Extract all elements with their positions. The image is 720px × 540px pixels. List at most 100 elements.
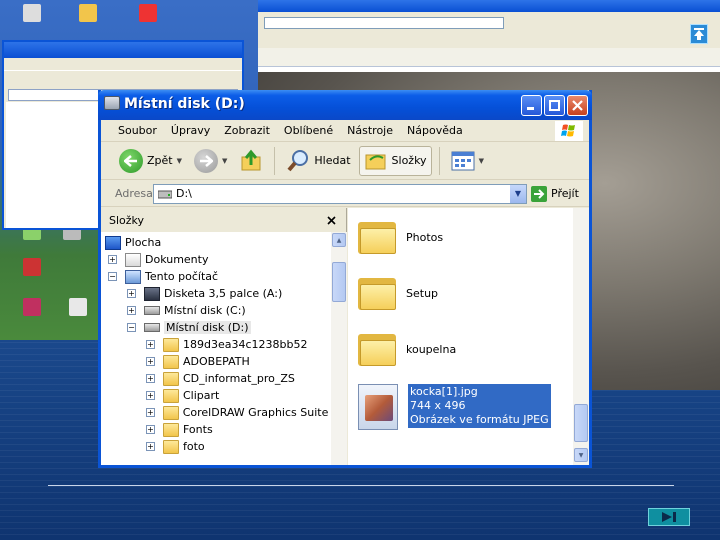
minimize-button[interactable] — [521, 95, 542, 116]
forward-button[interactable]: ▼ — [190, 146, 231, 176]
tree-item-disk-c[interactable]: + Místní disk (C:) — [105, 302, 331, 319]
file-item-folder[interactable]: Setup — [358, 276, 438, 310]
expand-icon[interactable]: + — [127, 306, 136, 315]
file-item-selected-image[interactable]: kocka[1].jpg 744 x 496 Obrázek ve formát… — [358, 384, 551, 430]
scrollbar-thumb[interactable] — [332, 262, 346, 302]
tree-item-label: Místní disk (D:) — [164, 321, 251, 334]
ie-favorites-bar — [258, 48, 720, 66]
back-button[interactable]: Zpět ▼ — [115, 146, 186, 176]
folder-icon — [163, 388, 179, 403]
collapse-icon[interactable]: − — [127, 323, 136, 332]
expand-icon[interactable]: + — [146, 357, 155, 366]
dropdown-arrow-icon[interactable]: ▼ — [222, 157, 227, 165]
background-window-tree — [6, 102, 104, 228]
desktop-shortcut-icon — [4, 258, 60, 278]
computer-icon — [125, 269, 141, 284]
tree-item-label: Clipart — [183, 389, 220, 402]
next-slide-button[interactable] — [648, 508, 690, 526]
desktop-icon — [105, 235, 121, 250]
address-input[interactable]: D:\ ▼ — [153, 183, 527, 204]
tree-item-folder[interactable]: + 189d3ea34c1238bb52 — [105, 336, 331, 353]
file-item-folder[interactable]: Photos — [358, 220, 443, 254]
go-button[interactable]: Přejít — [531, 185, 579, 202]
folder-icon — [163, 439, 179, 454]
expand-icon[interactable]: + — [108, 255, 117, 264]
expand-icon[interactable]: + — [146, 374, 155, 383]
expand-icon[interactable]: + — [127, 289, 136, 298]
tree-item-folder[interactable]: + Clipart — [105, 387, 331, 404]
folders-pane-title: Složky — [109, 213, 145, 227]
tree-item-label: CorelDRAW Graphics Suite X4 — [182, 406, 331, 419]
collapse-icon[interactable]: − — [108, 272, 117, 281]
tree-item-disk-d[interactable]: − Místní disk (D:) — [105, 319, 331, 336]
tree-item-label: 189d3ea34c1238bb52 — [183, 338, 308, 351]
tree-item-plocha[interactable]: Plocha — [105, 234, 331, 251]
menu-view[interactable]: Zobrazit — [217, 124, 277, 137]
ie-address-bar — [258, 12, 720, 34]
expand-icon[interactable]: + — [146, 425, 155, 434]
maximize-button[interactable] — [544, 95, 565, 116]
search-label: Hledat — [314, 154, 351, 167]
tree-item-disketa[interactable]: + Disketa 3,5 palce (A:) — [105, 285, 331, 302]
tree-scrollbar[interactable]: ▲ — [331, 232, 347, 465]
search-button[interactable]: Hledat — [282, 146, 354, 176]
menu-favorites[interactable]: Oblíbené — [277, 124, 340, 137]
folder-icon — [358, 332, 396, 366]
views-button[interactable]: ▼ — [447, 146, 488, 176]
menu-edit[interactable]: Úpravy — [164, 124, 217, 137]
tree-item-label: Disketa 3,5 palce (A:) — [164, 287, 283, 300]
back-arrow-icon — [119, 148, 143, 173]
tree-item-label: ADOBEPATH — [183, 355, 250, 368]
file-name: Setup — [406, 286, 439, 300]
file-item-folder[interactable]: koupelna — [358, 332, 456, 366]
menu-help[interactable]: Nápověda — [400, 124, 470, 137]
go-arrow-icon — [531, 185, 547, 202]
tree-item-folder[interactable]: + Fonts — [105, 421, 331, 438]
dropdown-arrow-icon[interactable]: ▼ — [479, 157, 484, 165]
tree-item-folder[interactable]: + ADOBEPATH — [105, 353, 331, 370]
windows-logo-icon — [555, 121, 583, 141]
scroll-up-arrow-icon[interactable]: ▲ — [332, 233, 346, 247]
menu-tools[interactable]: Nástroje — [340, 124, 400, 137]
address-label: Adresa — [115, 187, 153, 200]
expand-icon[interactable]: + — [146, 442, 155, 451]
tree-item-dokumenty[interactable]: + Dokumenty — [105, 251, 331, 268]
expand-icon[interactable]: + — [146, 408, 155, 417]
folders-pane-header: Složky — [101, 208, 346, 232]
window-title-bar[interactable]: Místní disk (D:) — [98, 90, 592, 120]
scrollbar-thumb[interactable] — [574, 404, 588, 442]
menu-file[interactable]: Soubor — [111, 124, 164, 137]
drive-icon — [144, 323, 160, 332]
window-title: Místní disk (D:) — [124, 96, 245, 112]
folders-pane: Složky Plocha + Dokumenty − Tento počíta… — [101, 208, 347, 465]
file-name: Photos — [406, 230, 444, 244]
ie-menu-bar — [258, 34, 720, 48]
maximize-icon — [549, 100, 560, 111]
tree-item-tento-pocitac[interactable]: − Tento počítač — [105, 268, 331, 285]
up-folder-button[interactable] — [235, 146, 267, 176]
scroll-down-arrow-icon[interactable]: ▼ — [574, 448, 588, 462]
folder-tree: Plocha + Dokumenty − Tento počítač + Dis… — [105, 234, 331, 464]
background-window-toolbar — [4, 70, 242, 88]
tree-item-folder[interactable]: + CD_informat_pro_ZS — [105, 370, 331, 387]
divider — [48, 485, 674, 486]
floppy-icon — [144, 286, 160, 301]
scroll-to-top-button[interactable] — [690, 24, 708, 44]
arrow-up-icon — [694, 28, 704, 40]
expand-icon[interactable]: + — [146, 391, 155, 400]
chevron-down-icon[interactable]: ▼ — [510, 184, 526, 203]
files-scrollbar[interactable]: ▼ — [573, 208, 589, 465]
close-icon[interactable] — [327, 215, 336, 225]
close-icon — [572, 100, 583, 111]
folders-button[interactable]: Složky — [358, 145, 432, 176]
ie-title-bar — [258, 0, 720, 12]
tree-item-folder[interactable]: + CorelDRAW Graphics Suite X4 — [105, 404, 331, 421]
background-window-title-bar — [4, 42, 242, 58]
address-value: D:\ — [176, 187, 192, 200]
expand-icon[interactable]: + — [146, 340, 155, 349]
dropdown-arrow-icon[interactable]: ▼ — [177, 157, 182, 165]
file-dimensions: 744 x 496 — [410, 399, 466, 412]
close-button[interactable] — [567, 95, 588, 116]
desktop-shortcut-icon — [4, 4, 60, 24]
tree-item-folder[interactable]: + foto — [105, 438, 331, 455]
